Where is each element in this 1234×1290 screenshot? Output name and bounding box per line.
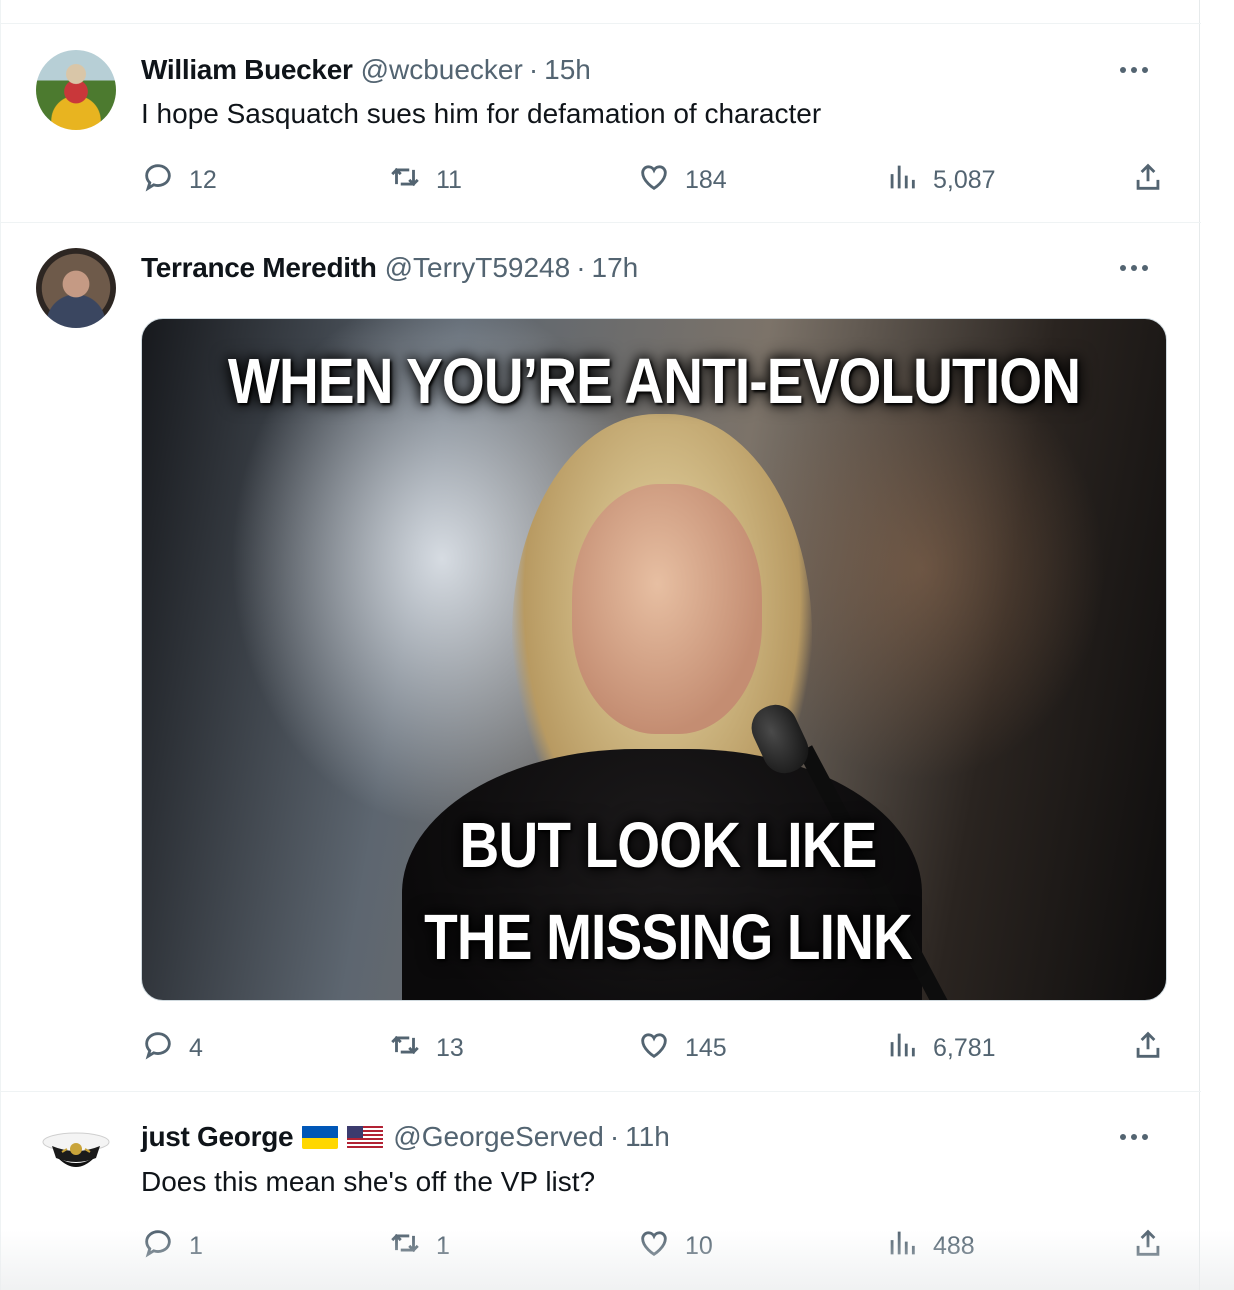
like-button[interactable]: 184 bbox=[637, 162, 727, 198]
author-name[interactable]: William Buecker bbox=[141, 54, 353, 86]
meme-top-caption: WHEN YOU’RE ANTI-EVOLUTION bbox=[227, 345, 1081, 417]
author-name[interactable]: Terrance Meredith bbox=[141, 252, 377, 284]
retweet-count: 13 bbox=[436, 1033, 464, 1062]
share-button[interactable] bbox=[1131, 1228, 1165, 1264]
tweet-header: just George @GeorgeServed · 11h bbox=[141, 1121, 670, 1153]
reply-count: 12 bbox=[189, 165, 217, 194]
author-handle[interactable]: @TerryT59248 bbox=[385, 252, 571, 284]
views-button[interactable]: 488 bbox=[885, 1228, 975, 1264]
retweet-arrows-icon bbox=[388, 1226, 422, 1267]
avatar[interactable] bbox=[36, 248, 116, 328]
views-bars-icon bbox=[885, 1028, 919, 1069]
views-bars-icon bbox=[885, 1226, 919, 1267]
reply-button[interactable]: 4 bbox=[141, 1030, 203, 1066]
tweet-just-george[interactable]: just George @GeorgeServed · 11h Does thi… bbox=[1, 1092, 1201, 1290]
author-handle[interactable]: @wcbuecker bbox=[361, 54, 523, 86]
tweet-header: William Buecker @wcbuecker · 15h bbox=[141, 54, 591, 86]
tweet-actions: 1 1 10 488 bbox=[141, 1228, 1171, 1264]
views-count: 6,781 bbox=[933, 1033, 996, 1062]
like-count: 145 bbox=[685, 1033, 727, 1062]
retweet-count: 11 bbox=[436, 165, 462, 194]
tweet-william-buecker[interactable]: William Buecker @wcbuecker · 15h I hope … bbox=[1, 24, 1201, 223]
like-count: 10 bbox=[685, 1231, 713, 1260]
share-upload-icon bbox=[1131, 1226, 1165, 1267]
share-upload-icon bbox=[1131, 1028, 1165, 1069]
heart-icon bbox=[637, 160, 671, 201]
retweet-count: 1 bbox=[436, 1231, 450, 1260]
reply-bubble-icon bbox=[141, 1028, 175, 1069]
reply-count: 4 bbox=[189, 1033, 203, 1062]
author-name[interactable]: just George bbox=[141, 1121, 294, 1153]
avatar[interactable] bbox=[36, 1116, 116, 1196]
more-dots-icon[interactable] bbox=[1119, 1122, 1149, 1152]
author-handle[interactable]: @GeorgeServed bbox=[393, 1121, 604, 1153]
share-button[interactable] bbox=[1131, 1030, 1165, 1066]
more-dots-icon[interactable] bbox=[1119, 55, 1149, 85]
share-button[interactable] bbox=[1131, 162, 1165, 198]
reply-button[interactable]: 1 bbox=[141, 1228, 203, 1264]
retweet-arrows-icon bbox=[388, 1028, 422, 1069]
like-button[interactable]: 145 bbox=[637, 1030, 727, 1066]
reply-count: 1 bbox=[189, 1231, 203, 1260]
retweet-button[interactable]: 1 bbox=[388, 1228, 450, 1264]
retweet-button[interactable]: 13 bbox=[388, 1030, 464, 1066]
tweet-actions: 12 11 184 5,087 bbox=[141, 162, 1171, 198]
meme-bottom-caption-line2: THE MISSING LINK bbox=[424, 901, 913, 973]
ukraine-flag-icon bbox=[302, 1125, 339, 1149]
tweet-actions: 4 13 145 6,781 bbox=[141, 1030, 1171, 1066]
reply-bubble-icon bbox=[141, 1226, 175, 1267]
tweet-media-image[interactable]: WHEN YOU’RE ANTI-EVOLUTION BUT LOOK LIKE… bbox=[141, 318, 1167, 1001]
reply-button[interactable]: 12 bbox=[141, 162, 217, 198]
tweet-text: Does this mean she's off the VP list? bbox=[141, 1166, 596, 1197]
heart-icon bbox=[637, 1226, 671, 1267]
views-bars-icon bbox=[885, 160, 919, 201]
timestamp[interactable]: 17h bbox=[592, 252, 639, 284]
meme-bottom-caption-line1: BUT LOOK LIKE bbox=[459, 809, 878, 881]
more-dots-icon[interactable] bbox=[1119, 253, 1149, 283]
us-flag-icon bbox=[347, 1125, 384, 1149]
views-button[interactable]: 5,087 bbox=[885, 162, 996, 198]
retweet-button[interactable]: 11 bbox=[388, 162, 462, 198]
tweet-header: Terrance Meredith @TerryT59248 · 17h bbox=[141, 252, 639, 284]
avatar[interactable] bbox=[36, 50, 116, 130]
views-count: 5,087 bbox=[933, 165, 996, 194]
like-button[interactable]: 10 bbox=[637, 1228, 713, 1264]
retweet-arrows-icon bbox=[388, 160, 422, 201]
separator: · bbox=[609, 1121, 620, 1152]
like-count: 184 bbox=[685, 165, 727, 194]
timestamp[interactable]: 15h bbox=[544, 54, 591, 86]
reply-timeline: William Buecker @wcbuecker · 15h I hope … bbox=[0, 0, 1201, 1290]
tweet-text: I hope Sasquatch sues him for defamation… bbox=[141, 98, 822, 129]
heart-icon bbox=[637, 1028, 671, 1069]
separator: · bbox=[528, 54, 539, 85]
reply-bubble-icon bbox=[141, 160, 175, 201]
share-upload-icon bbox=[1131, 160, 1165, 201]
timestamp[interactable]: 11h bbox=[625, 1121, 670, 1153]
views-count: 488 bbox=[933, 1231, 975, 1260]
views-button[interactable]: 6,781 bbox=[885, 1030, 996, 1066]
meme-photo-face bbox=[572, 484, 762, 734]
separator: · bbox=[576, 252, 586, 283]
